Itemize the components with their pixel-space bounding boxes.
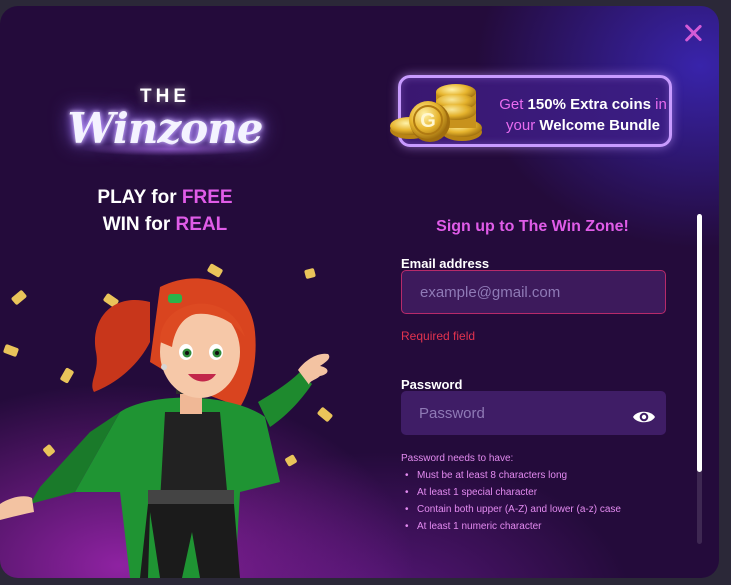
eye-icon[interactable] (632, 408, 656, 426)
form-title: Sign up to The Win Zone! (436, 218, 629, 235)
close-icon[interactable] (682, 22, 704, 44)
password-label: Password (401, 377, 463, 392)
tagline-free: FREE (181, 187, 233, 208)
tagline-win: WIN for (102, 214, 176, 235)
tagline-line-2: WIN for REAL (40, 211, 290, 238)
email-error-text: Required field (401, 329, 476, 343)
promo-your: your (506, 117, 540, 134)
signup-modal: THE Winzone PLAY for FREE WIN for REAL G… (0, 6, 719, 578)
coin-letter: G (420, 110, 436, 132)
password-rules-heading: Password needs to have: (401, 453, 514, 464)
winzone-logo: THE Winzone (60, 82, 270, 172)
password-rule: At least 1 numeric character (401, 518, 621, 535)
mascot-character-illustration (0, 278, 330, 578)
tagline-line-1: PLAY for FREE (40, 184, 290, 211)
password-rule: At least 1 special character (401, 484, 621, 501)
password-field[interactable] (401, 391, 666, 435)
password-rules-list: Must be at least 8 characters long At le… (401, 467, 621, 535)
promo-bundle: Welcome Bundle (539, 117, 660, 134)
scrollbar-thumb[interactable] (697, 214, 702, 472)
logo-glow (80, 142, 260, 156)
promo-in: in (650, 96, 667, 113)
tagline: PLAY for FREE WIN for REAL (40, 184, 290, 238)
password-rule: Must be at least 8 characters long (401, 467, 621, 484)
coin-icon: G (390, 84, 482, 142)
password-rule: Contain both upper (A-Z) and lower (a-z)… (401, 501, 621, 518)
promo-get: Get (499, 96, 528, 113)
tagline-real: REAL (175, 214, 228, 235)
tagline-play: PLAY for (97, 187, 182, 208)
promo-percent: 150% Extra coins (527, 96, 651, 113)
email-label: Email address (401, 256, 490, 271)
form-scrollbar[interactable] (697, 214, 702, 544)
email-field[interactable] (401, 270, 666, 314)
promo-text: Get 150% Extra coins in your Welcome Bun… (495, 94, 671, 136)
